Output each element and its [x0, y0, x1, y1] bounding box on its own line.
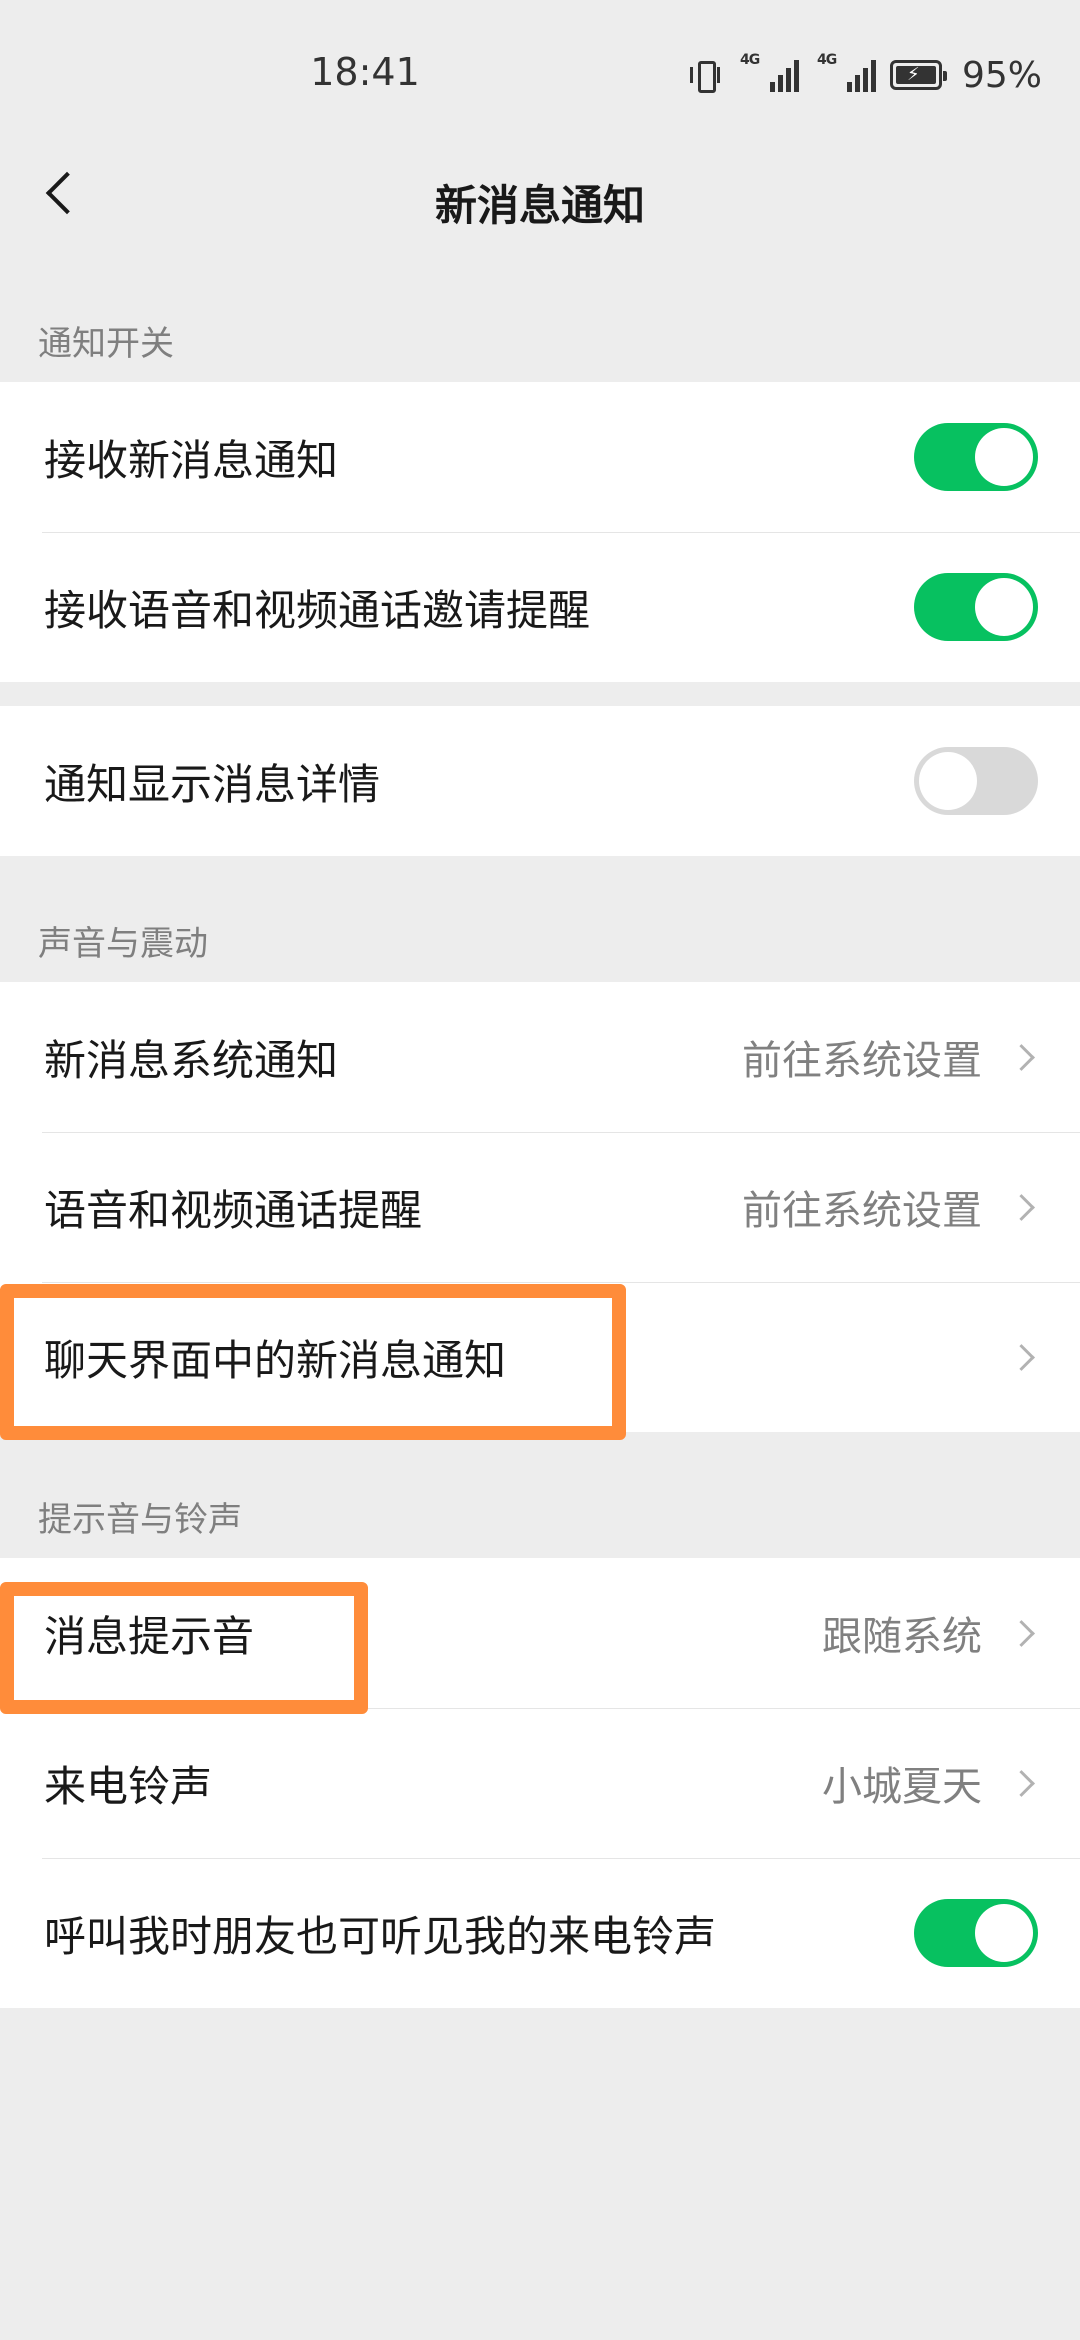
row-label: 呼叫我时朋友也可听见我的来电铃声 — [44, 1911, 717, 1961]
row-ringtone[interactable]: 来电铃声 小城夏天 — [0, 1708, 1080, 1858]
chevron-right-icon — [1010, 1037, 1040, 1077]
toggle-friends-hear-ringtone[interactable] — [914, 1899, 1038, 1967]
nav-bar: 新消息通知 — [0, 150, 1080, 240]
row-label: 语音和视频通话提醒 — [44, 1185, 423, 1235]
page-title: 新消息通知 — [434, 181, 645, 230]
row-label: 聊天界面中的新消息通知 — [44, 1335, 507, 1385]
battery-charging-icon: ⚡ — [889, 60, 947, 90]
row-receive-call-invite[interactable]: 接收语音和视频通话邀请提醒 — [0, 532, 1080, 682]
signal-4g-icon: 4G — [740, 52, 799, 92]
row-call-reminder[interactable]: 语音和视频通话提醒 前往系统设置 — [0, 1132, 1080, 1282]
status-icons: 4G 4G ⚡ 95% — [688, 50, 1042, 100]
network-type-label: 4G — [816, 52, 837, 68]
row-label: 接收新消息通知 — [44, 435, 339, 485]
signal-4g-icon: 4G — [817, 52, 876, 92]
row-value: 小城夏天 — [822, 1764, 982, 1810]
section-title-tone-ringtone: 提示音与铃声 — [38, 1500, 242, 1540]
row-label: 消息提示音 — [44, 1611, 255, 1661]
row-value: 跟随系统 — [822, 1614, 982, 1660]
chevron-right-icon — [1010, 1187, 1040, 1227]
group-notify-switch: 接收新消息通知 接收语音和视频通话邀请提醒 — [0, 382, 1080, 682]
status-time: 18:41 — [310, 50, 420, 94]
row-friends-hear-ringtone[interactable]: 呼叫我时朋友也可听见我的来电铃声 — [0, 1858, 1080, 2008]
row-show-message-detail[interactable]: 通知显示消息详情 — [0, 706, 1080, 856]
row-label: 通知显示消息详情 — [44, 759, 381, 809]
row-label: 新消息系统通知 — [44, 1035, 339, 1085]
network-type-label: 4G — [739, 52, 760, 68]
row-value: 前往系统设置 — [742, 1038, 982, 1084]
chevron-right-icon — [1010, 1337, 1040, 1377]
row-value: 前往系统设置 — [742, 1188, 982, 1234]
row-chat-new-message-notification[interactable]: 聊天界面中的新消息通知 — [0, 1282, 1080, 1432]
toggle-receive-call-invite[interactable] — [914, 573, 1038, 641]
row-receive-new-message[interactable]: 接收新消息通知 — [0, 382, 1080, 532]
toggle-receive-new-message[interactable] — [914, 423, 1038, 491]
battery-percent: 95% — [961, 54, 1042, 96]
toggle-show-message-detail[interactable] — [914, 747, 1038, 815]
row-message-tone[interactable]: 消息提示音 跟随系统 — [0, 1558, 1080, 1708]
row-label: 来电铃声 — [44, 1761, 213, 1811]
row-system-notification[interactable]: 新消息系统通知 前往系统设置 — [0, 982, 1080, 1132]
group-sound-vibration: 新消息系统通知 前往系统设置 语音和视频通话提醒 前往系统设置 聊天界面中的新消… — [0, 982, 1080, 1432]
section-title-notify-switch: 通知开关 — [38, 324, 174, 364]
section-title-sound-vibration: 声音与震动 — [38, 924, 208, 964]
status-bar: 18:41 4G 4G ⚡ 95% — [0, 0, 1080, 150]
group-tone-ringtone: 消息提示音 跟随系统 来电铃声 小城夏天 呼叫我时朋友也可听见我的来电铃声 — [0, 1558, 1080, 2008]
vibrate-icon — [688, 58, 722, 93]
chevron-right-icon — [1010, 1613, 1040, 1653]
group-show-detail: 通知显示消息详情 — [0, 706, 1080, 856]
chevron-right-icon — [1010, 1763, 1040, 1803]
row-label: 接收语音和视频通话邀请提醒 — [44, 585, 591, 635]
